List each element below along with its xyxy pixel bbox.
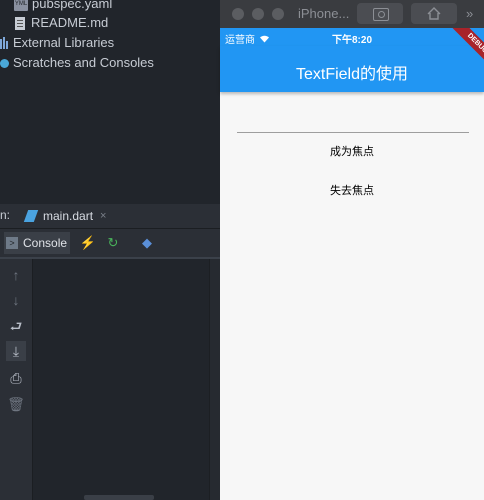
wifi-icon	[260, 35, 269, 42]
scroll-to-end-icon[interactable]: ⤓	[6, 341, 26, 361]
run-toolbar: > Console ⚡ ↻ ◆	[0, 229, 220, 259]
arrow-up-icon[interactable]: ↑	[6, 265, 26, 285]
simulator-name: iPhone...	[298, 6, 350, 21]
library-icon	[0, 37, 9, 49]
close-window-button[interactable]	[232, 8, 244, 20]
dart-icon	[23, 210, 39, 222]
tree-item-pubspec[interactable]: YML pubspec.yaml	[14, 0, 112, 14]
status-time: 下午8:20	[332, 35, 373, 46]
arrow-down-icon[interactable]: ↓	[6, 290, 26, 310]
carrier-label: 运营商	[225, 31, 270, 46]
tree-item-external-libraries[interactable]: External Libraries	[0, 33, 114, 53]
soft-wrap-icon[interactable]: ⮐	[6, 316, 26, 336]
yaml-file-icon: YML	[14, 0, 28, 11]
debug-banner: DEBUG	[436, 28, 484, 76]
home-icon	[427, 7, 441, 20]
tree-item-label: External Libraries	[13, 35, 115, 50]
more-chevron-icon[interactable]: »	[466, 6, 473, 21]
unfocus-button[interactable]: 失去焦点	[220, 177, 484, 205]
screenshot-button[interactable]	[357, 3, 403, 24]
minimize-window-button[interactable]	[252, 8, 264, 20]
tree-item-label: Scratches and Consoles	[13, 55, 154, 70]
zoom-window-button[interactable]	[272, 8, 284, 20]
camera-icon	[373, 8, 389, 21]
tree-item-readme[interactable]: README.md	[15, 13, 108, 33]
carrier-text: 运营商	[225, 35, 255, 46]
ide-panel: YML pubspec.yaml README.md External Libr…	[0, 0, 221, 500]
home-button[interactable]	[411, 3, 457, 24]
text-field[interactable]	[237, 112, 469, 133]
console-icon: >	[6, 237, 18, 249]
run-label: n:	[0, 208, 11, 222]
debug-label: DEBUG	[448, 28, 484, 73]
hot-restart-icon[interactable]: ↻	[104, 234, 122, 252]
project-tree: YML pubspec.yaml README.md External Libr…	[0, 0, 220, 200]
simulator-title-bar: iPhone... »	[220, 0, 484, 28]
run-tab-bar: n: main.dart ×	[0, 204, 220, 229]
tab-label: Console	[23, 236, 68, 250]
print-icon[interactable]: ⎙	[6, 368, 26, 388]
horizontal-scrollbar[interactable]	[84, 495, 154, 500]
ios-simulator: iPhone... » 运营商 下午8:20 TextField的使用 DEBU…	[220, 0, 484, 500]
dart-devtools-icon[interactable]: ◆	[138, 234, 156, 252]
trash-icon[interactable]: 🗑	[6, 394, 26, 414]
focus-button[interactable]: 成为焦点	[220, 138, 484, 166]
tree-item-label: pubspec.yaml	[32, 0, 113, 11]
console-output[interactable]	[33, 259, 209, 500]
scratches-icon	[0, 58, 9, 68]
console-side-toolbar: ↑ ↓ ⮐ ⤓ ⎙ 🗑	[0, 259, 33, 500]
close-tab-button[interactable]: ×	[100, 204, 106, 228]
tree-item-scratches[interactable]: Scratches and Consoles	[0, 53, 154, 73]
tab-label: main.dart	[43, 209, 94, 223]
tab-console[interactable]: > Console	[4, 232, 71, 254]
tree-item-label: README.md	[31, 15, 109, 30]
hot-reload-icon[interactable]: ⚡	[79, 234, 97, 252]
text-file-icon	[15, 16, 25, 30]
tab-main-dart[interactable]: main.dart ×	[23, 204, 106, 228]
